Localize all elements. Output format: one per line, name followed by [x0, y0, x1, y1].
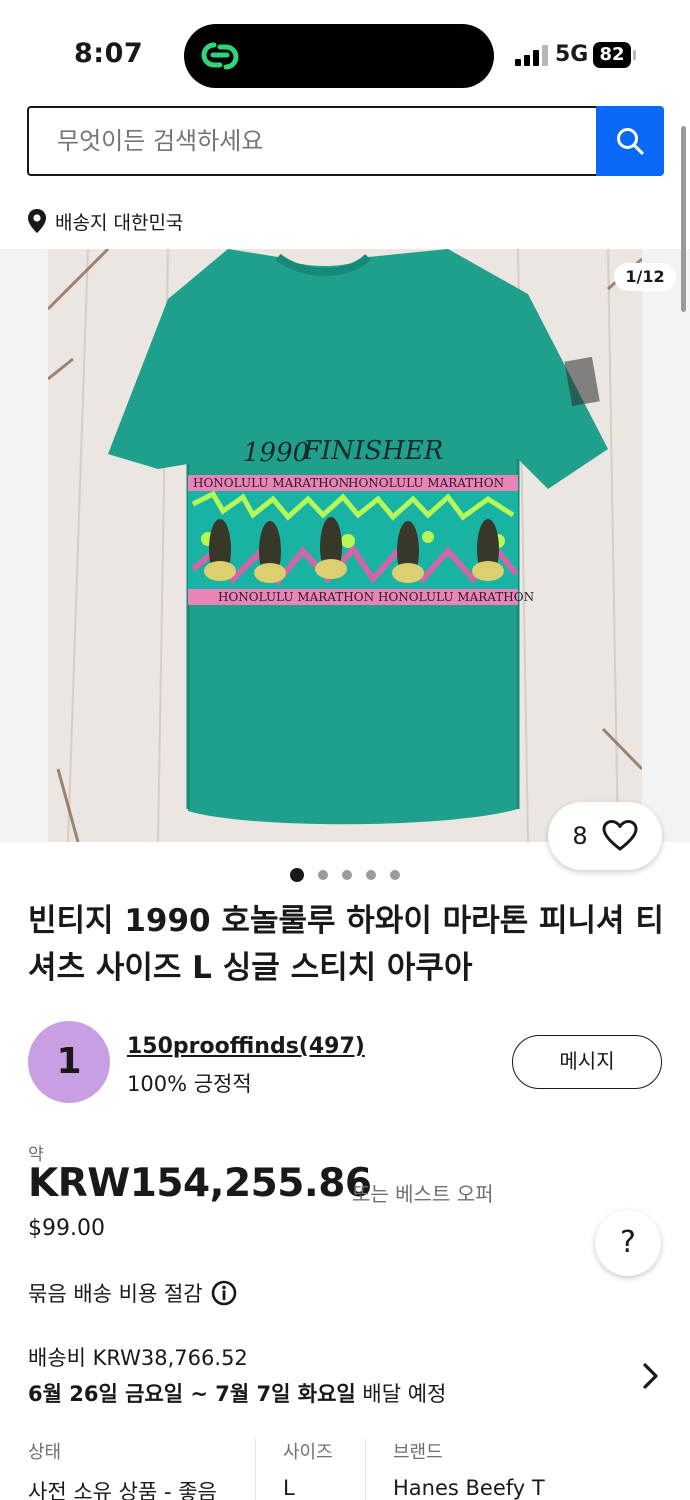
spec-condition: 상태 사전 소유 상품 - 좋음 — [28, 1432, 217, 1500]
gallery-pagination — [0, 868, 690, 882]
delivery-separator: ~ — [183, 1382, 216, 1406]
print-year: 1990 — [243, 438, 309, 468]
battery-icon: 82 — [593, 42, 631, 68]
spec-value: L — [283, 1476, 295, 1500]
message-seller-button[interactable]: 메시지 — [512, 1035, 662, 1089]
delivery-end-date: 7월 7일 화요일 — [215, 1382, 356, 1406]
info-icon[interactable] — [211, 1280, 237, 1306]
pagination-dot-active[interactable] — [290, 868, 304, 882]
pagination-dot[interactable] — [366, 870, 376, 880]
spec-label: 상태 — [28, 1442, 62, 1463]
page-scrollbar[interactable] — [681, 126, 686, 312]
search-icon — [617, 128, 644, 155]
search-input[interactable] — [27, 106, 597, 176]
best-offer-label: 또는 베스트 오퍼 — [352, 1182, 494, 1206]
search-bar — [27, 106, 664, 176]
seller-name-link[interactable]: 150prooffinds(497) — [127, 1034, 365, 1059]
spec-size: 사이즈 L — [283, 1432, 333, 1500]
product-photo[interactable]: 1990 FINISHER HONOLULU MARATHON HONOLULU… — [48, 249, 642, 842]
spec-divider — [255, 1438, 256, 1500]
band-text-top: HONOLULU MARATHON — [193, 476, 349, 490]
spec-label: 사이즈 — [283, 1442, 333, 1463]
chevron-right-icon[interactable] — [638, 1360, 662, 1392]
pagination-dot[interactable] — [390, 870, 400, 880]
spec-value: 사전 소유 상품 - 좋음 — [28, 1480, 217, 1500]
image-gallery[interactable]: 1990 FINISHER HONOLULU MARATHON HONOLULU… — [0, 249, 690, 842]
seller-avatar[interactable]: 1 — [28, 1021, 110, 1103]
band-text-top-2: HONOLULU MARATHON — [348, 476, 504, 490]
print-finisher: FINISHER — [302, 436, 443, 466]
network-type: 5G — [555, 42, 589, 67]
search-button[interactable] — [596, 106, 664, 176]
help-button[interactable]: ? — [595, 1210, 661, 1276]
spec-brand: 브랜드 Hanes Beefy T — [393, 1432, 545, 1500]
item-specifics: 상태 사전 소유 상품 - 좋음 사이즈 L 브랜드 Hanes Beefy T — [0, 1432, 690, 1500]
image-counter: 1/12 — [614, 263, 676, 291]
dynamic-island — [184, 24, 494, 88]
location-pin-icon — [28, 209, 46, 233]
app-link-icon — [201, 42, 239, 70]
band-text-bottom: HONOLULU MARATHON — [218, 590, 374, 604]
spec-label: 브랜드 — [393, 1442, 443, 1463]
watch-count: 8 — [572, 822, 588, 850]
delivery-suffix: 배달 예정 — [355, 1382, 447, 1406]
pagination-dot[interactable] — [318, 870, 328, 880]
heart-icon — [602, 820, 638, 851]
delivery-estimate: 6월 26일 금요일 ~ 7월 7일 화요일 배달 예정 — [28, 1378, 446, 1408]
listing-title: 빈티지 1990 호놀룰루 하와이 마라톤 피니셔 티셔츠 사이즈 L 싱글 스… — [28, 903, 664, 986]
battery-tip — [633, 50, 636, 60]
combined-shipping-label: 묶음 배송 비용 절감 — [28, 1282, 203, 1306]
watchlist-button[interactable]: 8 — [548, 802, 662, 870]
price-amount: KRW154,255.86 — [28, 1161, 372, 1206]
status-bar: 8:07 5G 82 — [0, 0, 690, 100]
status-time: 8:07 — [74, 38, 144, 69]
ship-to-location[interactable]: 배송지 대한민국 — [27, 206, 183, 236]
band-text-bottom-2: HONOLULU MARATHON — [378, 590, 534, 604]
combined-shipping[interactable]: 묶음 배송 비용 절감 — [28, 1278, 237, 1308]
price-usd: $99.00 — [28, 1216, 105, 1241]
tshirt-image: 1990 FINISHER HONOLULU MARATHON HONOLULU… — [48, 249, 642, 842]
spec-divider — [365, 1438, 366, 1500]
shipping-cost: 배송비 KRW38,766.52 — [28, 1346, 248, 1370]
spec-value: Hanes Beefy T — [393, 1476, 545, 1500]
cellular-signal-icon — [515, 44, 549, 66]
pagination-dot[interactable] — [342, 870, 352, 880]
seller-feedback: 100% 긍정적 — [127, 1072, 252, 1096]
delivery-start-date: 6월 26일 금요일 — [28, 1382, 184, 1406]
ship-to-label: 배송지 대한민국 — [55, 211, 184, 234]
